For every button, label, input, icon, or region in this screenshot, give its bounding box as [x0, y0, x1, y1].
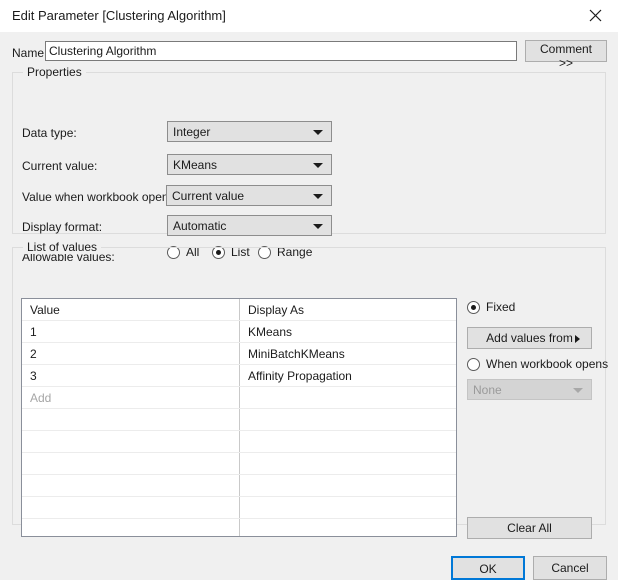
- table-empty-row[interactable]: [22, 497, 456, 519]
- data-type-value: Integer: [173, 125, 211, 139]
- row-display-as: Affinity Propagation: [248, 369, 352, 383]
- when-workbook-opens-radio-label: When workbook opens: [486, 357, 609, 371]
- list-of-values-group-legend: List of values: [23, 240, 102, 254]
- chevron-down-icon: [313, 130, 323, 135]
- current-value-select[interactable]: KMeans: [167, 154, 332, 175]
- clear-all-button[interactable]: Clear All: [467, 517, 592, 539]
- value-when-workbook-opens-value: Current value: [172, 189, 245, 203]
- table-row[interactable]: 3 Affinity Propagation: [22, 365, 456, 387]
- row-display-as: MiniBatchKMeans: [248, 347, 345, 361]
- chevron-down-icon: [313, 163, 323, 168]
- column-header-value: Value: [30, 303, 60, 317]
- data-type-label: Data type:: [22, 126, 77, 140]
- current-value-value: KMeans: [173, 158, 218, 172]
- chevron-down-icon: [313, 224, 323, 229]
- close-icon[interactable]: [573, 0, 618, 31]
- display-format-label: Display format:: [22, 220, 103, 234]
- table-empty-row[interactable]: [22, 409, 456, 431]
- properties-group-legend: Properties: [23, 65, 86, 79]
- comment-button[interactable]: Comment >>: [525, 40, 607, 70]
- table-empty-row[interactable]: [22, 431, 456, 453]
- when-workbook-opens-radio[interactable]: When workbook opens: [467, 357, 608, 371]
- table-empty-row[interactable]: [22, 453, 456, 475]
- current-value-label: Current value:: [22, 159, 98, 173]
- add-values-from-button[interactable]: Add values from: [467, 327, 592, 349]
- table-row[interactable]: 1 KMeans: [22, 321, 456, 343]
- display-format-select[interactable]: Automatic: [167, 215, 332, 236]
- window-titlebar: Edit Parameter [Clustering Algorithm]: [0, 0, 618, 33]
- workbook-open-source-value: None: [473, 383, 502, 397]
- radio-indicator: [467, 300, 480, 314]
- row-value: 1: [30, 325, 37, 339]
- table-empty-row[interactable]: [22, 475, 456, 497]
- table-header-row: Value Display As: [22, 299, 456, 321]
- display-format-value: Automatic: [173, 219, 227, 233]
- dialog-body: Name: Comment >> Properties Data type: I…: [0, 32, 618, 580]
- table-add-row[interactable]: Add: [22, 387, 456, 409]
- window-title: Edit Parameter [Clustering Algorithm]: [12, 8, 226, 23]
- list-of-values-table[interactable]: Value Display As 1 KMeans 2 MiniBatchKMe…: [21, 298, 457, 537]
- row-value: 2: [30, 347, 37, 361]
- add-values-from-label: Add values from: [486, 331, 573, 345]
- name-label: Name:: [12, 46, 48, 60]
- chevron-down-icon: [313, 194, 323, 199]
- add-row-placeholder: Add: [30, 391, 52, 405]
- fixed-radio[interactable]: Fixed: [467, 300, 515, 314]
- table-row[interactable]: 2 MiniBatchKMeans: [22, 343, 456, 365]
- value-when-workbook-opens-label: Value when workbook opens:: [22, 190, 178, 204]
- radio-indicator: [467, 357, 480, 371]
- fixed-radio-label: Fixed: [486, 300, 516, 314]
- data-type-select[interactable]: Integer: [167, 121, 332, 142]
- chevron-right-icon: [575, 335, 580, 343]
- properties-group: Properties: [12, 65, 606, 234]
- value-when-workbook-opens-select[interactable]: Current value: [166, 185, 332, 206]
- row-display-as: KMeans: [248, 325, 293, 339]
- row-value: 3: [30, 369, 37, 383]
- cancel-button[interactable]: Cancel: [533, 556, 607, 580]
- workbook-open-source-select: None: [467, 379, 592, 400]
- ok-button[interactable]: OK: [451, 556, 525, 580]
- column-header-display-as: Display As: [248, 303, 305, 317]
- name-input[interactable]: [45, 41, 517, 61]
- chevron-down-icon: [573, 388, 583, 393]
- table-empty-row[interactable]: [22, 519, 456, 536]
